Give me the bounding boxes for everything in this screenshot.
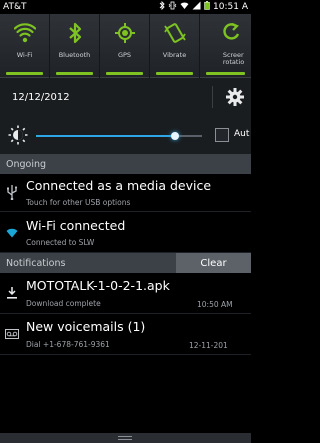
notification-title: MOTOTALK-1-0-2-1.apk (26, 278, 170, 293)
toggle-gps[interactable]: GPS (100, 14, 150, 78)
notification-subtitle: Download complete (26, 299, 101, 308)
toggle-label: Wi-Fi (16, 51, 33, 59)
wifi-icon (13, 20, 36, 46)
brightness-icon (8, 125, 28, 149)
auto-brightness-checkbox[interactable] (215, 128, 229, 142)
ongoing-item-usb[interactable]: Connected as a media device Touch for ot… (0, 174, 251, 212)
notification-subtitle: Dial +1-678-761-9361 (26, 340, 110, 349)
wifi-status-icon (180, 1, 189, 13)
empty-area (0, 355, 251, 433)
notifications-header: Notifications Clear (0, 253, 251, 273)
ongoing-item-wifi[interactable]: Wi-Fi connected Connected to SLW (0, 212, 251, 253)
status-icons: 10:51 A (159, 0, 248, 13)
toggle-active-bar (56, 72, 93, 75)
brightness-slider[interactable] (36, 132, 202, 140)
notification-item-download[interactable]: MOTOTALK-1-0-2-1.apk Download complete 1… (0, 273, 251, 314)
toggle-vibrate[interactable]: Vibrate (150, 14, 200, 78)
notification-time: 12-11-201 (189, 341, 228, 350)
toggle-active-bar (106, 72, 143, 75)
battery-status-icon (204, 1, 210, 13)
vibrate-icon (163, 20, 187, 46)
toggle-label: GPS (117, 51, 132, 59)
toggle-active-bar (6, 72, 43, 75)
toggle-label: Bluetooth (58, 51, 91, 59)
quick-settings-toggles: Wi-Fi Bluetooth GPS Vibrate Screer rotat… (0, 14, 251, 78)
date-label: 12/12/2012 (12, 91, 70, 103)
notification-subtitle: Connected to SLW (26, 238, 95, 247)
gear-icon (226, 88, 244, 106)
usb-icon (4, 184, 20, 200)
divider (212, 86, 213, 108)
panel-drag-handle[interactable] (0, 433, 251, 443)
carrier-label: AT&T (3, 2, 27, 12)
notification-title: New voicemails (1) (26, 319, 146, 334)
settings-button[interactable] (225, 87, 245, 107)
clear-button[interactable]: Clear (176, 253, 251, 273)
toggle-label: Screer rotatio (222, 51, 245, 66)
vibrate-status-icon (168, 1, 177, 13)
toggle-active-bar (156, 72, 193, 75)
toggle-label: Vibrate (162, 51, 187, 59)
brightness-row: Aut (0, 116, 251, 154)
gps-icon (114, 20, 136, 46)
grip-icon (118, 436, 132, 437)
ongoing-header: Ongoing (0, 154, 251, 174)
notification-title: Wi-Fi connected (26, 218, 126, 233)
signal-status-icon (192, 1, 201, 13)
toggle-active-bar (206, 72, 245, 75)
toggle-wifi[interactable]: Wi-Fi (0, 14, 50, 78)
brightness-slider-fill (36, 135, 176, 137)
rotation-icon (204, 20, 248, 46)
date-row: 12/12/2012 (0, 78, 251, 116)
toggle-bluetooth[interactable]: Bluetooth (50, 14, 100, 78)
status-bar: AT&T 10:51 A (0, 0, 251, 14)
auto-brightness-label: Aut (234, 129, 250, 139)
clock-label: 10:51 A (213, 2, 248, 12)
brightness-slider-thumb[interactable] (171, 132, 180, 140)
bluetooth-status-icon (159, 0, 165, 13)
bluetooth-icon (68, 20, 82, 46)
download-icon (4, 285, 20, 301)
voicemail-icon (4, 326, 20, 342)
notification-time: 10:50 AM (197, 300, 233, 309)
notification-item-voicemail[interactable]: New voicemails (1) Dial +1-678-761-9361 … (0, 314, 251, 355)
notification-subtitle: Touch for other USB options (26, 198, 131, 207)
toggle-screen-rotation[interactable]: Screer rotatio (200, 14, 251, 78)
wifi-small-icon (4, 225, 20, 241)
notification-title: Connected as a media device (26, 178, 212, 193)
